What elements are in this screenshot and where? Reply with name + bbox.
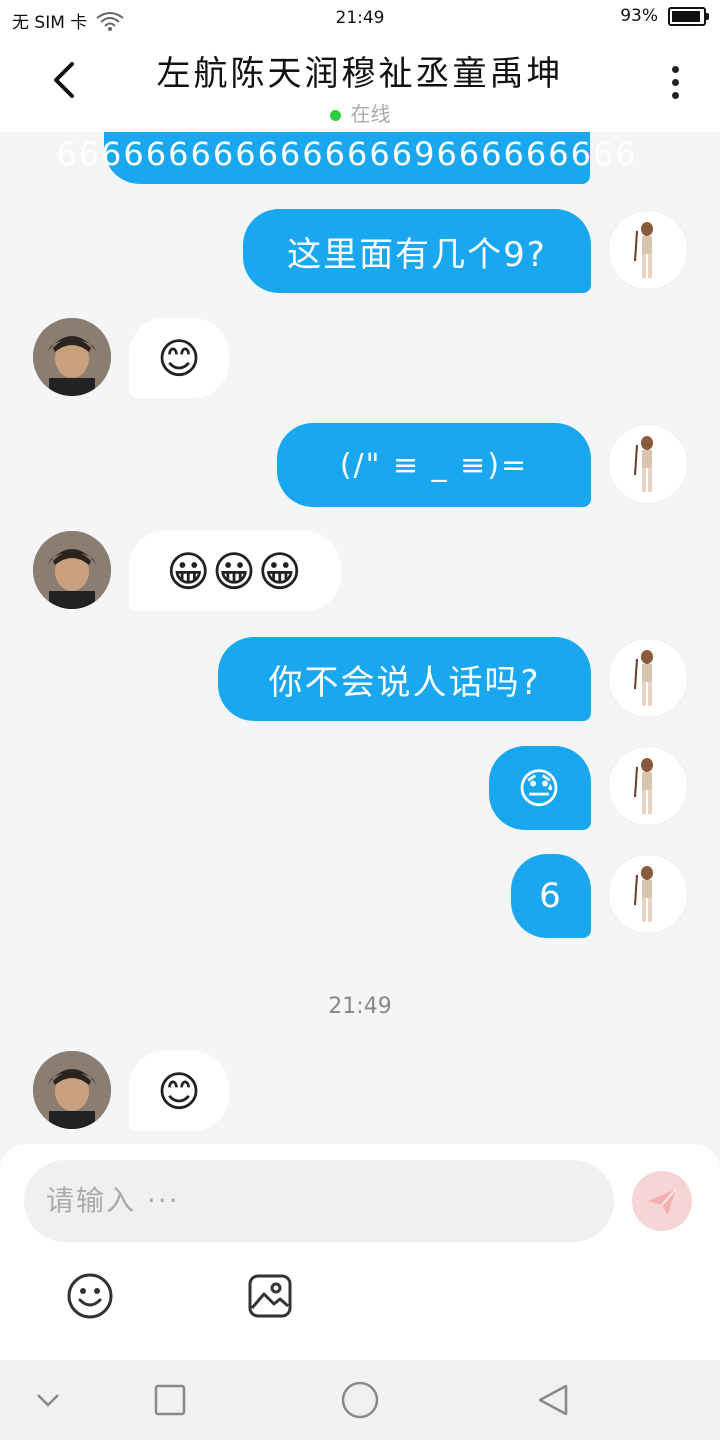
battery-icon	[668, 6, 709, 26]
message-text: 66666666666666669666666666	[56, 135, 638, 173]
status-time: 21:49	[335, 8, 385, 28]
avatar-other[interactable]	[33, 531, 111, 609]
avatar-me[interactable]	[608, 638, 688, 718]
message-text: 😊	[157, 1066, 201, 1116]
avatar-me[interactable]	[608, 210, 688, 290]
message-bubble-out[interactable]: 这里面有几个9?	[243, 209, 591, 293]
avatar-figure-icon	[634, 436, 653, 492]
chevron-down-icon	[37, 1394, 59, 1407]
avatar-boy-icon	[33, 318, 111, 396]
send-icon	[648, 1188, 677, 1215]
triangle-back-icon	[538, 1384, 568, 1416]
message-bubble-out[interactable]: 😓	[489, 746, 591, 830]
more-button[interactable]	[672, 66, 682, 105]
battery-percent: 93%	[620, 6, 658, 26]
input-bar: 请输入 ···	[0, 1144, 720, 1360]
message-input[interactable]: 请输入 ···	[24, 1160, 614, 1242]
status-right: 93%	[620, 6, 709, 26]
message-bubble-in[interactable]: 😊	[129, 1051, 229, 1131]
image-button[interactable]	[246, 1272, 294, 1320]
message-text: 😀😀😀	[166, 546, 304, 596]
message-timestamp: 21:49	[328, 994, 392, 1019]
avatar-me[interactable]	[608, 424, 688, 504]
status-bar: 无 SIM 卡 21:49 93%	[0, 0, 720, 36]
avatar-other[interactable]	[33, 1051, 111, 1129]
message-text: 😊	[157, 333, 201, 383]
system-nav-bar	[0, 1360, 720, 1440]
nav-home-button[interactable]	[340, 1380, 380, 1420]
avatar-figure-icon	[634, 866, 653, 922]
circle-icon	[341, 1381, 379, 1419]
message-bubble-in[interactable]: 😀😀😀	[129, 531, 341, 611]
message-bubble-out[interactable]: 66666666666666669666666666	[56, 132, 636, 184]
nav-collapse-button[interactable]	[28, 1380, 68, 1420]
message-text: (/" ≡ _ ≡)=	[339, 447, 529, 483]
send-button[interactable]	[632, 1171, 692, 1231]
message-bubble-out[interactable]: 6	[511, 854, 591, 938]
avatar-figure-icon	[634, 758, 653, 814]
nav-recents-button[interactable]	[150, 1380, 190, 1420]
avatar-me[interactable]	[608, 746, 688, 826]
chat-header: 左航陈天润穆祉丞童禹坤 在线	[0, 36, 720, 132]
image-icon	[248, 1274, 292, 1318]
emoji-icon	[67, 1273, 113, 1319]
online-status: 在线	[0, 98, 720, 127]
online-dot	[329, 110, 341, 121]
message-text: 😓	[517, 763, 563, 813]
avatar-figure-icon	[634, 222, 653, 278]
message-bubble-out[interactable]: (/" ≡ _ ≡)=	[277, 423, 591, 507]
message-text: 6	[539, 876, 563, 916]
chat-title: 左航陈天润穆祉丞童禹坤	[156, 54, 564, 94]
online-label: 在线	[350, 102, 391, 126]
chat-area[interactable]: 66666666666666669666666666 这里面有几个9? 😊 (/…	[0, 132, 720, 1144]
message-text: 你不会说人话吗?	[268, 662, 541, 703]
message-text: 这里面有几个9?	[287, 234, 547, 275]
message-bubble-in[interactable]: 😊	[129, 318, 229, 398]
avatar-boy-icon	[33, 531, 111, 609]
nav-back-button[interactable]	[534, 1380, 574, 1420]
avatar-other[interactable]	[33, 318, 111, 396]
avatar-figure-icon	[634, 650, 653, 706]
avatar-me[interactable]	[608, 854, 688, 934]
more-vertical-icon	[672, 66, 679, 73]
square-icon	[154, 1384, 186, 1416]
emoji-button[interactable]	[66, 1272, 114, 1320]
message-bubble-out[interactable]: 你不会说人话吗?	[218, 637, 591, 721]
avatar-boy-icon	[33, 1051, 111, 1129]
